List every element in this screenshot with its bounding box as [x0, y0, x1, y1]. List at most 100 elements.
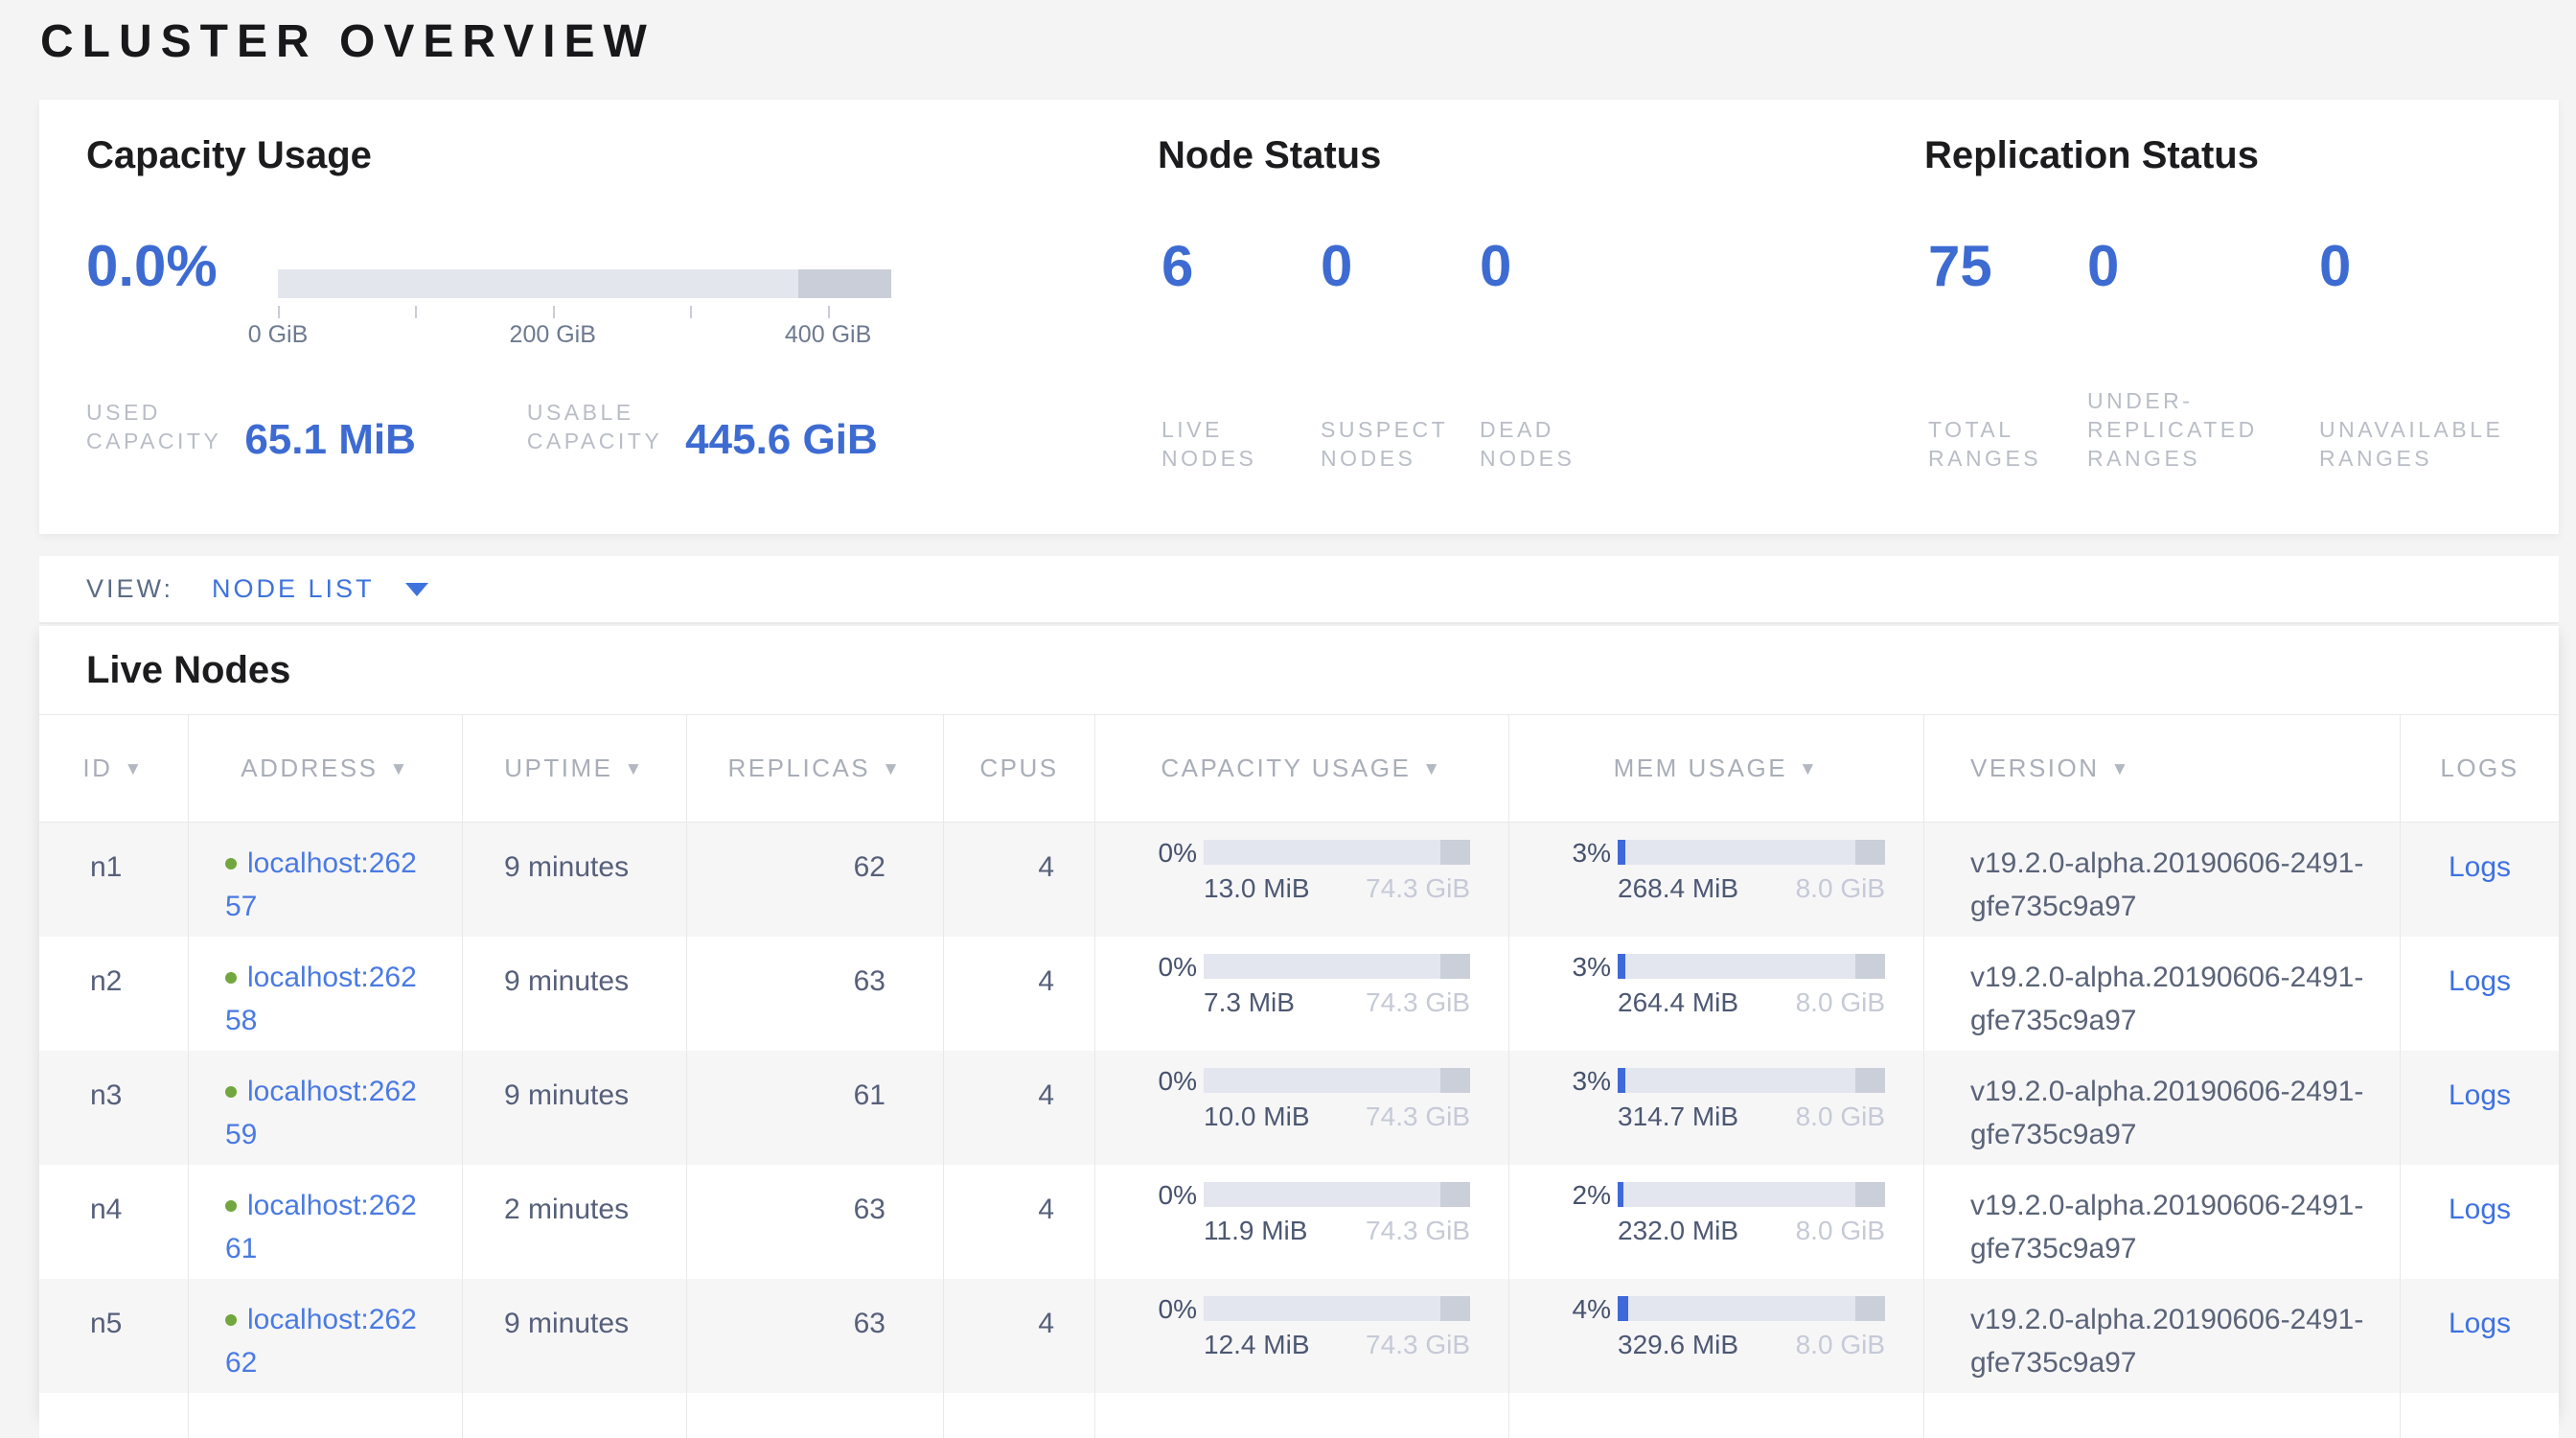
capacity-mini-bar — [1204, 954, 1470, 979]
capacity-bar-reserved — [798, 269, 891, 298]
logs-cell: Logs — [2400, 823, 2559, 937]
mem-usage-cell: 3% 264.4 MiB 8.0 GiB — [1508, 937, 1923, 1051]
dead-nodes-stat: 0 DEAD NODES — [1480, 238, 1639, 473]
node-id-cell: n3 — [39, 1051, 188, 1165]
capacity-usage-cell: 0% 13.0 MiB 74.3 GiB — [1094, 823, 1508, 937]
table-header-row: ID▼ ADDRESS▼ UPTIME▼ REPLICAS▼ CPUS CAPA… — [39, 714, 2559, 823]
column-header-version[interactable]: VERSION▼ — [1923, 715, 2400, 822]
mem-usage-cell: 3% 268.4 MiB 8.0 GiB — [1508, 823, 1923, 937]
node-address-cell: localhost:26258 — [188, 937, 462, 1051]
view-dropdown-value: NODE LIST — [212, 574, 375, 604]
column-header-id[interactable]: ID▼ — [39, 715, 188, 822]
sort-icon: ▼ — [624, 759, 644, 780]
memory-mini-bar — [1618, 1182, 1885, 1207]
version-cell: v19.2.0-alpha.20190606-2491-gfe735c9a97 — [1923, 937, 2400, 1051]
capacity-percent: 0.0% — [86, 238, 257, 352]
column-header-address[interactable]: ADDRESS▼ — [188, 715, 462, 822]
table-row: n4 localhost:26261 2 minutes 63 4 0% — [39, 1165, 2559, 1279]
usable-capacity-stat: USABLE CAPACITY 445.6 GiB — [527, 398, 878, 455]
column-header-uptime[interactable]: UPTIME▼ — [462, 715, 686, 822]
live-status-dot-icon — [225, 1314, 237, 1326]
sort-icon: ▼ — [389, 759, 409, 780]
table-row: n1 localhost:26257 9 minutes 62 4 0% — [39, 823, 2559, 937]
table-body: n1 localhost:26257 9 minutes 62 4 0% — [39, 823, 2559, 1438]
page-title: CLUSTER OVERVIEW — [40, 15, 656, 68]
replicas-cell: 61 — [686, 1051, 943, 1165]
column-header-capacity-usage[interactable]: CAPACITY USAGE▼ — [1094, 715, 1508, 822]
logs-link[interactable]: Logs — [2449, 965, 2511, 997]
replicas-cell: 63 — [686, 1279, 943, 1393]
view-label: VIEW: — [86, 574, 173, 604]
uptime-cell: 9 minutes — [462, 937, 686, 1051]
cpus-cell: 4 — [943, 1279, 1094, 1393]
mem-usage-cell: 2% 232.0 MiB 8.0 GiB — [1508, 1165, 1923, 1279]
node-id-cell: n1 — [39, 823, 188, 937]
memory-mini-bar — [1618, 954, 1885, 979]
capacity-mini-bar — [1204, 1068, 1470, 1093]
capacity-usage-cell: 0% 7.3 MiB 74.3 GiB — [1094, 937, 1508, 1051]
node-address-link[interactable]: localhost:26262 — [225, 1304, 417, 1379]
axis-label-0gib: 0 GiB — [248, 321, 309, 349]
cpus-cell: 4 — [943, 1165, 1094, 1279]
usable-capacity-label: USABLE — [527, 398, 662, 427]
node-id-cell: n5 — [39, 1279, 188, 1393]
memory-mini-bar — [1618, 1068, 1885, 1093]
column-header-mem-usage[interactable]: MEM USAGE▼ — [1508, 715, 1923, 822]
capacity-usage-cell: 0% 11.9 MiB 74.3 GiB — [1094, 1165, 1508, 1279]
logs-cell: Logs — [2400, 937, 2559, 1051]
capacity-usage-cell: 0% 10.0 MiB 74.3 GiB — [1094, 1051, 1508, 1165]
used-capacity-label: USED — [86, 398, 221, 427]
node-status-section: Node Status 6 LIVE NODES 0 SUSPECT NODES — [1158, 100, 1848, 534]
sort-icon: ▼ — [882, 759, 902, 780]
node-id-cell: n2 — [39, 937, 188, 1051]
uptime-cell: 9 minutes — [462, 823, 686, 937]
live-status-dot-icon — [225, 1200, 237, 1212]
version-cell: v19.2.0-alpha.20190606-2491-gfe735c9a97 — [1923, 823, 2400, 937]
replicas-cell: 63 — [686, 1165, 943, 1279]
cpus-cell: 4 — [943, 823, 1094, 937]
suspect-nodes-stat: 0 SUSPECT NODES — [1321, 238, 1480, 473]
summary-card: Capacity Usage 0.0% — [39, 100, 2559, 534]
node-address-link[interactable]: localhost:26258 — [225, 962, 417, 1036]
column-header-logs: LOGS — [2400, 715, 2559, 822]
logs-link[interactable]: Logs — [2449, 1308, 2511, 1339]
axis-label-400gib: 400 GiB — [785, 321, 871, 349]
table-row-partial — [39, 1393, 2559, 1438]
view-dropdown[interactable]: NODE LIST — [212, 574, 428, 604]
table-row: n5 localhost:26262 9 minutes 63 4 0% — [39, 1279, 2559, 1393]
live-status-dot-icon — [225, 1086, 237, 1098]
under-replicated-ranges-stat: 0 UNDER- REPLICATED RANGES — [2087, 238, 2319, 473]
logs-cell: Logs — [2400, 1279, 2559, 1393]
logs-link[interactable]: Logs — [2449, 1079, 2511, 1111]
capacity-bar: 0 GiB 200 GiB 400 GiB — [278, 269, 891, 352]
total-ranges-stat: 75 TOTAL RANGES — [1928, 238, 2087, 473]
node-address-link[interactable]: localhost:26259 — [225, 1076, 417, 1150]
live-status-dot-icon — [225, 858, 237, 870]
mem-usage-cell: 3% 314.7 MiB 8.0 GiB — [1508, 1051, 1923, 1165]
logs-cell: Logs — [2400, 1165, 2559, 1279]
node-address-link[interactable]: localhost:26257 — [225, 847, 417, 922]
version-cell: v19.2.0-alpha.20190606-2491-gfe735c9a97 — [1923, 1279, 2400, 1393]
capacity-axis-ticks — [278, 298, 891, 319]
logs-cell: Logs — [2400, 1051, 2559, 1165]
mem-usage-cell: 4% 329.6 MiB 8.0 GiB — [1508, 1279, 1923, 1393]
sort-icon: ▼ — [1422, 759, 1442, 780]
live-nodes-title: Live Nodes — [39, 626, 2559, 714]
logs-link[interactable]: Logs — [2449, 1194, 2511, 1225]
used-capacity-value: 65.1 MiB — [244, 421, 416, 459]
uptime-cell: 9 minutes — [462, 1279, 686, 1393]
capacity-usage-section: Capacity Usage 0.0% — [86, 100, 1102, 534]
cpus-cell: 4 — [943, 1051, 1094, 1165]
memory-mini-bar — [1618, 1296, 1885, 1321]
view-bar: VIEW: NODE LIST — [39, 556, 2559, 624]
version-cell: v19.2.0-alpha.20190606-2491-gfe735c9a97 — [1923, 1165, 2400, 1279]
node-address-cell: localhost:26261 — [188, 1165, 462, 1279]
logs-link[interactable]: Logs — [2449, 851, 2511, 883]
node-address-link[interactable]: localhost:26261 — [225, 1190, 417, 1264]
sort-icon: ▼ — [2111, 759, 2131, 780]
column-header-replicas[interactable]: REPLICAS▼ — [686, 715, 943, 822]
axis-label-200gib: 200 GiB — [510, 321, 596, 349]
capacity-mini-bar — [1204, 840, 1470, 865]
replicas-cell: 63 — [686, 937, 943, 1051]
column-header-cpus: CPUS — [943, 715, 1094, 822]
